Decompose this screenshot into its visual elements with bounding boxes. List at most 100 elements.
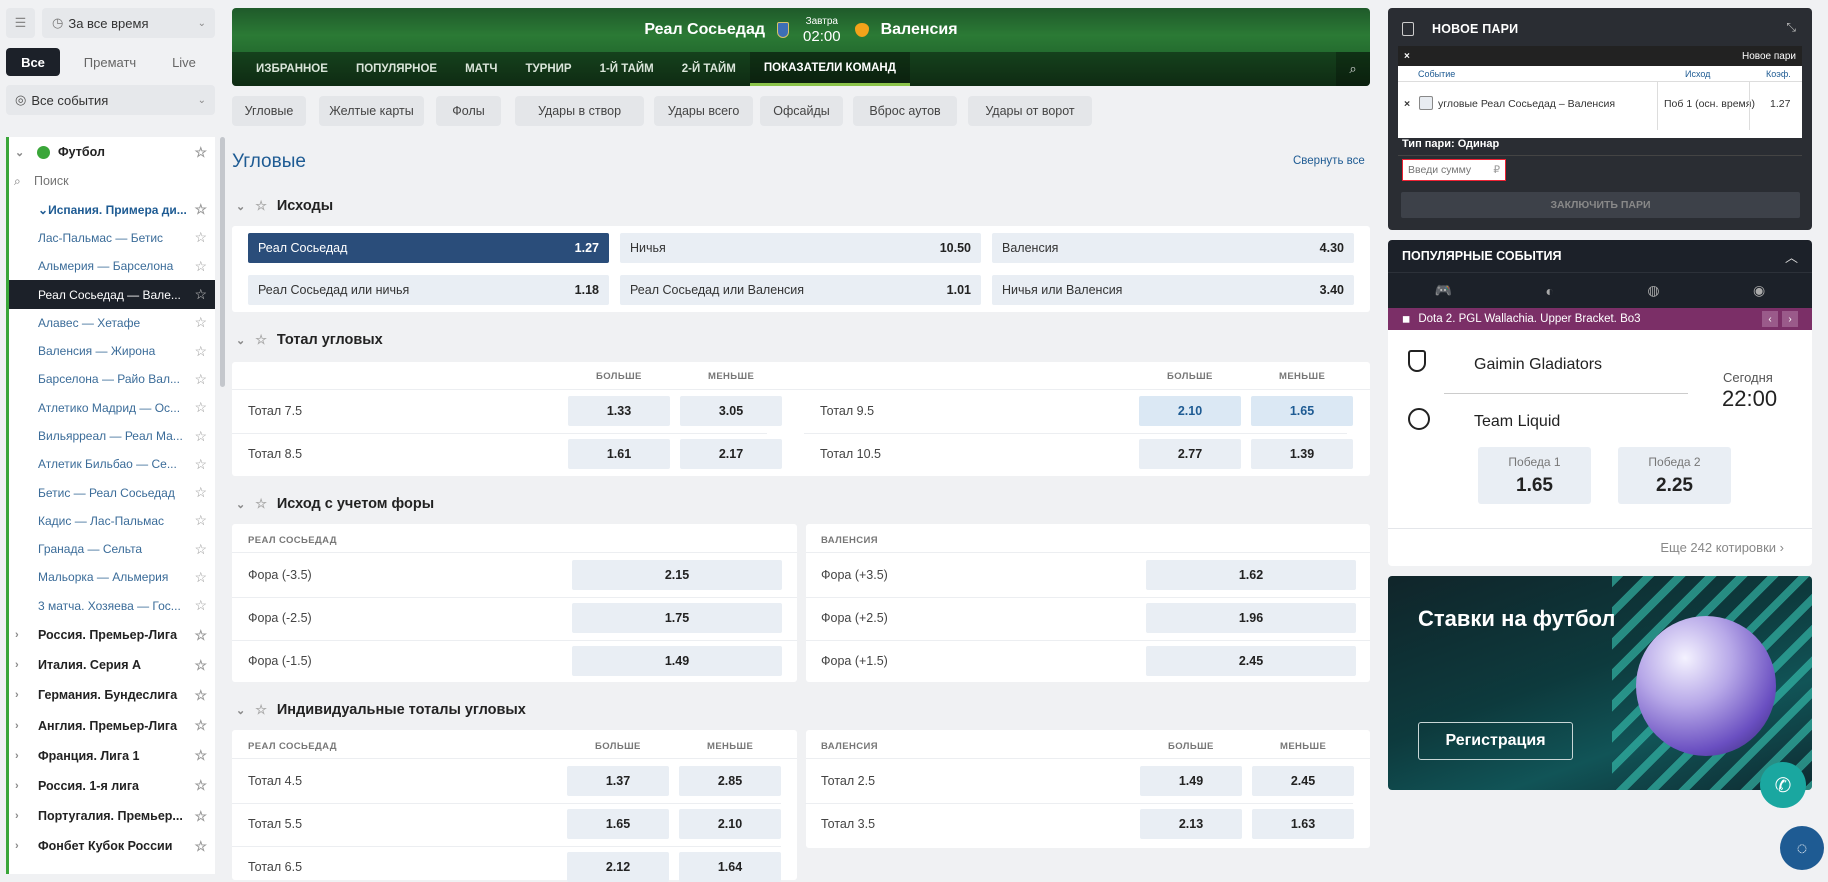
star-icon[interactable]: ☆ (194, 201, 207, 218)
star-icon[interactable]: ☆ (255, 332, 267, 348)
prev-icon[interactable]: ‹ (1762, 311, 1778, 327)
chat-button[interactable]: ◌ (1780, 826, 1824, 870)
star-icon[interactable]: ☆ (194, 456, 207, 473)
sidebar-league[interactable]: › Фонбет Кубок России ☆ (9, 831, 215, 861)
win2-button[interactable]: Победа 2 2.25 (1618, 447, 1731, 504)
odds-button[interactable]: Валенсия 4.30 (992, 233, 1354, 263)
odds-button[interactable]: Реал Сосьедад или ничья 1.18 (248, 275, 609, 305)
sidebar-scrollbar[interactable] (220, 137, 225, 387)
odds-button[interactable]: 1.75 (572, 603, 782, 633)
tab-nav[interactable]: ИЗБРАННОЕ (242, 52, 342, 86)
odds-under[interactable]: 1.63 (1252, 809, 1354, 839)
sidebar-league[interactable]: › Россия. 1-я лига ☆ (9, 771, 215, 801)
sidebar-match[interactable]: Алавес — Хетафе ☆ (9, 309, 215, 337)
sidebar-league[interactable]: › Португалия. Премьер... ☆ (9, 801, 215, 831)
sidebar-match[interactable]: 3 матча. Хозяева — Гос... ☆ (9, 592, 215, 620)
star-icon[interactable]: ☆ (194, 627, 207, 644)
star-icon[interactable]: ☆ (255, 496, 267, 512)
section-handicap-header[interactable]: ⌄ ☆ Исход с учетом форы (236, 496, 434, 512)
odds-under[interactable]: 2.10 (679, 809, 781, 839)
star-icon[interactable]: ☆ (194, 657, 207, 674)
star-icon[interactable]: ☆ (194, 343, 207, 360)
star-icon[interactable]: ☆ (194, 687, 207, 704)
sidebar-search-input[interactable] (34, 174, 184, 189)
odds-over[interactable]: 2.10 (1139, 396, 1241, 426)
star-icon[interactable]: ☆ (194, 541, 207, 558)
close-icon[interactable]: × (1404, 51, 1410, 62)
tab-nav[interactable]: 2-Й ТАЙМ (668, 52, 750, 86)
promo-banner[interactable]: Ставки на футбол Регистрация (1388, 576, 1812, 790)
sidebar-match[interactable]: Атлетико Мадрид — Ос... ☆ (9, 394, 215, 422)
tab-prematch[interactable]: Прематч (70, 48, 150, 76)
events-filter-select[interactable]: ◎ Все события ⌄ (6, 85, 215, 115)
sidebar-match[interactable]: Альмерия — Барселона ☆ (9, 252, 215, 280)
filter-chip[interactable]: Желтые карты (319, 96, 424, 126)
star-icon[interactable]: ☆ (255, 198, 267, 214)
sidebar-match[interactable]: Мальорка — Альмерия ☆ (9, 563, 215, 591)
star-icon[interactable]: ☆ (194, 399, 207, 416)
filter-chip[interactable]: Удары всего (654, 96, 753, 126)
period-select[interactable]: ◷ За все время ⌄ (42, 8, 215, 38)
filter-chip[interactable]: Удары от ворот (968, 96, 1092, 126)
star-icon[interactable]: ☆ (194, 597, 207, 614)
tennis-icon[interactable]: ◉ (1753, 282, 1765, 299)
register-button[interactable]: Регистрация (1418, 722, 1573, 760)
collapse-icon[interactable]: ⤡ (1786, 20, 1796, 35)
football-icon[interactable]: ◐ (1546, 283, 1554, 299)
next-icon[interactable]: › (1782, 311, 1798, 327)
sidebar-match[interactable]: Кадис — Лас-Пальмас ☆ (9, 507, 215, 535)
header-search-button[interactable]: ⌕ (1336, 52, 1370, 86)
star-icon[interactable]: ☆ (194, 569, 207, 586)
odds-under[interactable]: 1.65 (1251, 396, 1353, 426)
star-icon[interactable]: ☆ (255, 702, 267, 718)
sidebar-search[interactable]: ⌕ (9, 167, 215, 195)
star-icon[interactable]: ☆ (194, 717, 207, 734)
esports-icon[interactable]: 🎮 (1435, 282, 1452, 299)
section-outcomes-header[interactable]: ⌄ ☆ Исходы (236, 198, 333, 214)
star-icon[interactable]: ☆ (194, 747, 207, 764)
odds-over[interactable]: 1.37 (567, 766, 669, 796)
star-icon[interactable]: ☆ (194, 428, 207, 445)
chevron-up-icon[interactable]: ︿ (1785, 247, 1798, 266)
odds-over[interactable]: 1.33 (568, 396, 670, 426)
sidebar-league[interactable]: › Италия. Серия А ☆ (9, 650, 215, 680)
odds-over[interactable]: 1.65 (567, 809, 669, 839)
filter-chip[interactable]: Удары в створ (515, 96, 644, 126)
basketball-icon[interactable]: ◍ (1647, 282, 1659, 299)
odds-under[interactable]: 2.85 (679, 766, 781, 796)
sidebar-league[interactable]: › Германия. Бундеслига ☆ (9, 680, 215, 710)
filter-chip[interactable]: Вброс аутов (853, 96, 957, 126)
star-icon[interactable]: ☆ (194, 484, 207, 501)
sidebar-league[interactable]: › Франция. Лига 1 ☆ (9, 741, 215, 771)
amount-input[interactable] (1408, 164, 1490, 176)
odds-button[interactable]: 1.96 (1146, 603, 1356, 633)
sidebar-match[interactable]: Барселона — Райо Вал... ☆ (9, 365, 215, 393)
star-icon[interactable]: ☆ (194, 808, 207, 825)
star-icon[interactable]: ☆ (194, 838, 207, 855)
amount-field[interactable]: ₽ (1402, 159, 1506, 181)
phone-call-button[interactable]: ✆ (1760, 762, 1806, 808)
star-icon[interactable]: ☆ (194, 144, 207, 161)
tab-nav[interactable]: 1-Й ТАЙМ (586, 52, 668, 86)
sidebar-league[interactable]: › Англия. Премьер-Лига ☆ (9, 711, 215, 741)
sidebar-match[interactable]: Бетис — Реал Сосьедад ☆ (9, 478, 215, 506)
tab-nav[interactable]: ПОПУЛЯРНОЕ (342, 52, 451, 86)
sidebar-match[interactable]: Вильярреал — Реал Ма... ☆ (9, 422, 215, 450)
odds-button[interactable]: Реал Сосьедад или Валенсия 1.01 (620, 275, 981, 305)
sidebar-match[interactable]: Валенсия — Жирона ☆ (9, 337, 215, 365)
tab-nav[interactable]: ПОКАЗАТЕЛИ КОМАНД (749, 52, 910, 86)
odds-button[interactable]: 1.62 (1146, 560, 1356, 590)
star-icon[interactable]: ☆ (194, 777, 207, 794)
odds-button[interactable]: 2.45 (1146, 646, 1356, 676)
star-icon[interactable]: ☆ (194, 314, 207, 331)
tab-live[interactable]: Live (156, 48, 212, 76)
filter-chip[interactable]: Офсайды (760, 96, 843, 126)
star-icon[interactable]: ☆ (194, 229, 207, 246)
win1-button[interactable]: Победа 1 1.65 (1478, 447, 1591, 504)
place-bet-button[interactable]: ЗАКЛЮЧИТЬ ПАРИ (1401, 192, 1800, 218)
sidebar-match[interactable]: Гранада — Сельта ☆ (9, 535, 215, 563)
odds-under[interactable]: 3.05 (680, 396, 782, 426)
sport-football[interactable]: ⌄ Футбол ☆ (9, 137, 215, 167)
sidebar-league[interactable]: › Россия. Премьер-Лига ☆ (9, 620, 215, 650)
sidebar-match[interactable]: Лас-Пальмас — Бетис ☆ (9, 224, 215, 252)
